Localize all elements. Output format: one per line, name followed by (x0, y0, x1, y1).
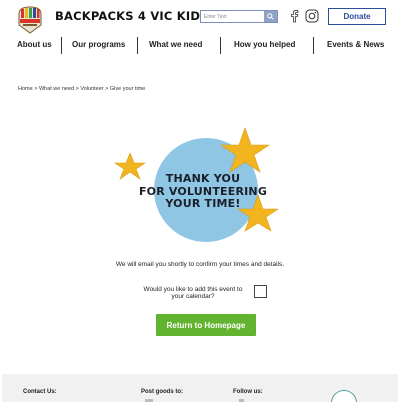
add-to-calendar-checkbox[interactable] (254, 285, 267, 298)
search-box (200, 10, 278, 23)
site-footer: Contact Us: Post goods to: Follow us: (2, 374, 398, 402)
footer-follow-heading: Follow us: (233, 389, 263, 395)
thank-you-line-3: YOUR TIME! (165, 197, 241, 210)
donate-button[interactable]: Donate (328, 8, 386, 25)
search-button[interactable] (264, 11, 277, 22)
nav-item-our-programs[interactable]: Our programs (72, 40, 125, 49)
search-icon (267, 13, 274, 20)
backpacks-logo[interactable] (16, 4, 44, 34)
return-home-button[interactable]: Return to Homepage (156, 314, 256, 336)
footer-contact-heading: Contact Us: (23, 389, 57, 395)
thank-you-graphic: THANK YOU FOR VOLUNTEERING YOUR TIME! (108, 125, 288, 245)
facebook-icon[interactable] (288, 9, 300, 23)
search-input[interactable] (201, 11, 265, 22)
email-confirmation-text: We will email you shortly to confirm you… (115, 261, 285, 268)
site-brand-name[interactable]: BACKPACKS 4 VIC KIDS (55, 9, 209, 23)
main-nav: About us Our programs What we need How y… (0, 36, 400, 56)
nav-item-about-us[interactable]: About us (17, 40, 52, 49)
instagram-icon[interactable] (305, 9, 319, 23)
nav-divider (220, 37, 221, 54)
breadcrumb[interactable]: Home > What we need > Volunteer > Give y… (18, 86, 145, 92)
site-header: BACKPACKS 4 VIC KIDS Donate (0, 0, 400, 34)
footer-post-heading: Post goods to: (141, 389, 183, 395)
nav-divider (61, 37, 62, 54)
footer-seal-icon (331, 390, 357, 402)
thank-you-heading: THANK YOU FOR VOLUNTEERING YOUR TIME! (128, 172, 278, 211)
nav-item-what-we-need[interactable]: What we need (149, 40, 202, 49)
nav-divider (137, 37, 138, 54)
nav-divider (313, 37, 314, 54)
calendar-prompt: Would you like to add this event to your… (143, 286, 243, 300)
nav-item-how-you-helped[interactable]: How you helped (234, 40, 295, 49)
thank-you-line-1: THANK YOU (165, 172, 241, 185)
nav-item-events-news[interactable]: Events & News (327, 40, 384, 49)
